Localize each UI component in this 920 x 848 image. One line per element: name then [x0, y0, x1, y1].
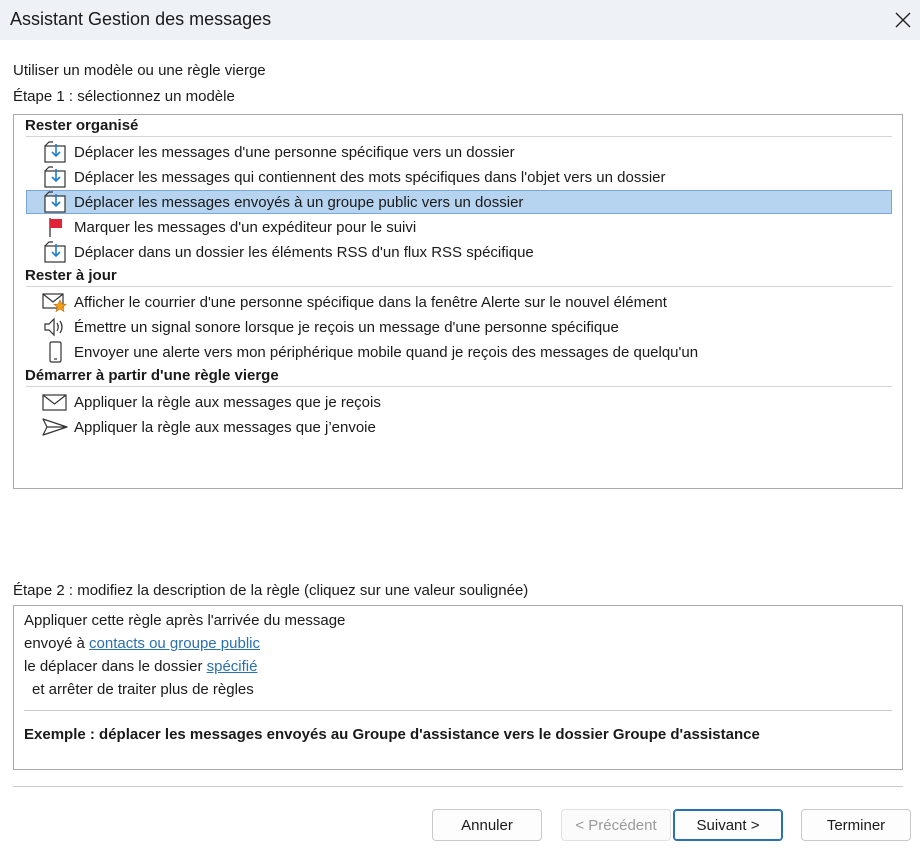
description-text: envoyé à: [24, 635, 90, 652]
group-header-a-jour: Rester à jour: [25, 267, 117, 284]
template-list[interactable]: Rester organisé Déplacer les messages d'…: [13, 114, 903, 489]
send-icon: [42, 415, 68, 439]
template-item-label: Déplacer dans un dossier les éléments RS…: [74, 243, 534, 261]
template-item[interactable]: Émettre un signal sonore lorsque je reço…: [26, 315, 892, 339]
template-item-label: Appliquer la règle aux messages que je r…: [74, 393, 381, 411]
template-item[interactable]: Marquer les messages d'un expéditeur pou…: [26, 215, 892, 239]
description-line: le déplacer dans le dossier spécifié: [24, 658, 257, 675]
group-divider: [26, 386, 892, 387]
template-item-selected[interactable]: Déplacer les messages envoyés à un group…: [26, 190, 892, 214]
speaker-icon: [42, 315, 68, 339]
move-to-folder-icon: [42, 140, 68, 164]
description-line: Appliquer cette règle après l'arrivée du…: [24, 612, 346, 629]
template-item[interactable]: Appliquer la règle aux messages que je r…: [26, 390, 892, 414]
intro-label: Utiliser un modèle ou une règle vierge: [13, 62, 266, 79]
cancel-button[interactable]: Annuler: [432, 809, 542, 841]
description-line: et arrêter de traiter plus de règles: [32, 681, 254, 698]
step2-label: Étape 2 : modifiez la description de la …: [13, 582, 529, 599]
template-item-label: Émettre un signal sonore lorsque je reço…: [74, 318, 619, 336]
close-button[interactable]: [886, 0, 920, 40]
window-title: Assistant Gestion des messages: [10, 9, 272, 29]
description-divider: [24, 710, 892, 711]
mail-star-icon: [42, 290, 68, 314]
template-item-label: Envoyer une alerte vers mon périphérique…: [74, 343, 699, 361]
template-item[interactable]: Déplacer les messages qui contiennent de…: [26, 165, 892, 189]
template-item[interactable]: Déplacer dans un dossier les éléments RS…: [26, 240, 892, 264]
description-line: envoyé à contacts ou groupe public: [24, 635, 260, 652]
close-icon: [895, 12, 911, 28]
contacts-group-link[interactable]: contacts ou groupe public: [89, 635, 260, 652]
envelope-icon: [42, 390, 68, 414]
description-text: le déplacer dans le dossier: [24, 658, 207, 675]
template-item-label: Déplacer les messages envoyés à un group…: [74, 193, 524, 211]
move-to-folder-icon: [42, 240, 68, 264]
next-button[interactable]: Suivant >: [673, 809, 783, 841]
previous-button[interactable]: < Précédent: [561, 809, 671, 841]
group-header-organise: Rester organisé: [25, 117, 139, 134]
template-item[interactable]: Afficher le courrier d'une personne spéc…: [26, 290, 892, 314]
folder-specified-link[interactable]: spécifié: [207, 658, 258, 675]
template-item-label: Afficher le courrier d'une personne spéc…: [74, 293, 667, 311]
group-header-regle-vierge: Démarrer à partir d'une règle vierge: [25, 367, 279, 384]
rule-description-box: Appliquer cette règle après l'arrivée du…: [13, 605, 903, 770]
template-item-label: Déplacer les messages qui contiennent de…: [74, 168, 666, 186]
template-item-label: Déplacer les messages d'une personne spé…: [74, 143, 515, 161]
move-to-folder-icon: [42, 190, 68, 214]
step1-label: Étape 1 : sélectionnez un modèle: [13, 88, 235, 105]
title-bar: Assistant Gestion des messages: [0, 0, 920, 40]
group-divider: [26, 136, 892, 137]
template-item[interactable]: Appliquer la règle aux messages que j’en…: [26, 415, 892, 439]
template-item[interactable]: Envoyer une alerte vers mon périphérique…: [26, 340, 892, 364]
finish-button[interactable]: Terminer: [801, 809, 911, 841]
template-item[interactable]: Déplacer les messages d'une personne spé…: [26, 140, 892, 164]
flag-icon: [42, 215, 68, 239]
example-text: Exemple : déplacer les messages envoyés …: [24, 726, 760, 743]
template-item-label: Appliquer la règle aux messages que j’en…: [74, 418, 376, 436]
move-to-folder-icon: [42, 165, 68, 189]
template-item-label: Marquer les messages d'un expéditeur pou…: [74, 218, 417, 236]
footer-divider: [13, 786, 903, 787]
group-divider: [26, 286, 892, 287]
mobile-phone-icon: [42, 340, 68, 364]
